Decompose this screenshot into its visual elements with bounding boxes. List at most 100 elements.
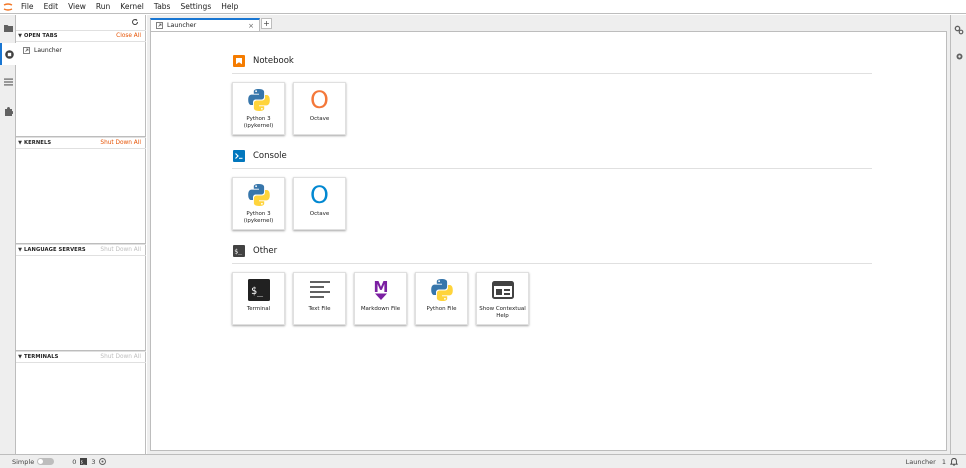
- menu-tabs[interactable]: Tabs: [149, 0, 176, 14]
- tab-label: Launcher: [167, 22, 197, 29]
- table-of-contents-button[interactable]: [0, 71, 16, 93]
- console-section-header: Console: [232, 148, 872, 164]
- card-label: Show Contextual Help: [479, 306, 526, 319]
- octave-glyph: O: [310, 85, 329, 114]
- caret-down-icon: ▼: [18, 140, 22, 146]
- shut-down-all-language-servers-button: Shut Down All: [100, 247, 141, 253]
- terminals-count: 3: [91, 457, 96, 466]
- card-label: Octave: [309, 211, 330, 217]
- svg-text:$_: $_: [81, 460, 86, 465]
- card-label: Python 3 (ipykernel): [243, 211, 274, 224]
- open-tabs-section-header[interactable]: ▼ OPEN TABS Close All: [16, 30, 146, 42]
- menu-settings[interactable]: Settings: [175, 0, 216, 14]
- python-icon: [416, 276, 467, 303]
- markdown-icon: M: [355, 276, 406, 303]
- running-sessions-panel: ▼ OPEN TABS Close All Launcher ▼ KERNELS…: [16, 15, 146, 454]
- simple-mode-toggle[interactable]: [37, 458, 55, 465]
- section-title: KERNELS: [24, 140, 52, 146]
- status-bar-right: Launcher 1: [906, 458, 958, 466]
- list-icon: [3, 78, 13, 86]
- folder-icon: [3, 24, 13, 32]
- console-python3-card[interactable]: Python 3 (ipykernel): [232, 177, 285, 230]
- terminal-small-icon: $_: [80, 458, 88, 465]
- new-launcher-button[interactable]: +: [261, 18, 272, 29]
- property-inspector-button[interactable]: [951, 21, 966, 39]
- kernel-status-icon: [99, 458, 107, 465]
- text-file-card[interactable]: Text File: [293, 272, 346, 325]
- open-tab-item-launcher[interactable]: Launcher: [23, 45, 62, 55]
- category-divider: [232, 263, 872, 264]
- menu-edit[interactable]: Edit: [39, 0, 64, 14]
- section-title: TERMINALS: [24, 354, 59, 360]
- bell-icon[interactable]: [950, 457, 958, 466]
- stop-circle-icon: [4, 49, 14, 59]
- notifications-count: 1: [941, 457, 946, 466]
- kernels-count: 0: [72, 457, 77, 466]
- terminals-section-header[interactable]: ▼ TERMINALS Shut Down All: [16, 351, 146, 363]
- tab-bar: Launcher × +: [147, 15, 950, 31]
- caret-down-icon: ▼: [18, 33, 22, 39]
- notebook-python3-card[interactable]: Python 3 (ipykernel): [232, 82, 285, 135]
- kernels-status[interactable]: 0 $_ 3: [68, 457, 107, 466]
- octave-icon: O: [294, 86, 345, 113]
- right-sidebar: [950, 15, 966, 454]
- contextual-help-icon: [477, 276, 528, 303]
- simple-mode-label: Simple: [12, 457, 35, 466]
- markdown-glyph: M: [373, 278, 388, 296]
- card-label: Octave: [309, 116, 330, 122]
- tab-launcher[interactable]: Launcher ×: [150, 18, 260, 31]
- show-contextual-help-card[interactable]: Show Contextual Help: [476, 272, 529, 325]
- section-title: LANGUAGE SERVERS: [24, 247, 86, 253]
- card-label: Terminal: [246, 306, 271, 312]
- gear-icon: [955, 52, 964, 61]
- launcher-panel: Notebook Python 3 (ipykernel) O Octave C…: [150, 31, 947, 451]
- main-dock-area: Launcher × + Notebook Python 3 (ipykerne: [147, 15, 950, 454]
- notebook-section-header: Notebook: [232, 53, 872, 69]
- python-icon: [233, 181, 284, 208]
- shut-down-all-terminals-button: Shut Down All: [100, 354, 141, 360]
- terminal-prompt-icon: $_: [232, 244, 246, 258]
- menu-run[interactable]: Run: [91, 0, 115, 14]
- python-file-card[interactable]: Python File: [415, 272, 468, 325]
- open-tab-label: Launcher: [34, 46, 62, 54]
- notebook-icon: [232, 54, 246, 68]
- shut-down-all-kernels-button[interactable]: Shut Down All: [100, 140, 146, 146]
- language-servers-section-header[interactable]: ▼ LANGUAGE SERVERS Shut Down All: [16, 244, 146, 256]
- svg-text:$_: $_: [251, 286, 264, 297]
- gears-icon: [954, 25, 964, 35]
- text-file-icon: [294, 276, 345, 303]
- menu-kernel[interactable]: Kernel: [115, 0, 149, 14]
- octave-glyph: O: [310, 180, 329, 209]
- terminal-card[interactable]: $_ Terminal: [232, 272, 285, 325]
- kernels-section-header[interactable]: ▼ KERNELS Shut Down All: [16, 137, 146, 149]
- menu-file[interactable]: File: [16, 0, 39, 14]
- close-tab-icon[interactable]: ×: [248, 22, 254, 30]
- running-sessions-button[interactable]: [0, 43, 16, 65]
- section-title: OPEN TABS: [24, 33, 58, 39]
- card-label: Python File: [426, 306, 457, 312]
- category-title: Notebook: [253, 56, 294, 66]
- category-title: Other: [253, 246, 278, 256]
- other-section-header: $_ Other: [232, 243, 872, 259]
- markdown-file-card[interactable]: M Markdown File: [354, 272, 407, 325]
- caret-down-icon: ▼: [18, 247, 22, 253]
- refresh-icon[interactable]: [130, 17, 140, 27]
- extension-manager-button[interactable]: [0, 100, 16, 122]
- console-icon: [232, 149, 246, 163]
- category-divider: [232, 73, 872, 74]
- left-activity-bar: [0, 15, 16, 454]
- svg-text:$_: $_: [234, 248, 242, 256]
- octave-icon: O: [294, 181, 345, 208]
- puzzle-piece-icon: [4, 106, 13, 116]
- menu-help[interactable]: Help: [216, 0, 243, 14]
- launcher-icon: [156, 22, 163, 29]
- file-browser-button[interactable]: [0, 17, 16, 39]
- debugger-settings-button[interactable]: [951, 47, 966, 65]
- menu-view[interactable]: View: [63, 0, 91, 14]
- notebook-octave-card[interactable]: O Octave: [293, 82, 346, 135]
- card-label: Python 3 (ipykernel): [243, 116, 274, 129]
- active-document-label: Launcher: [905, 457, 936, 466]
- close-all-button[interactable]: Close All: [116, 33, 146, 39]
- console-octave-card[interactable]: O Octave: [293, 177, 346, 230]
- category-title: Console: [253, 151, 287, 161]
